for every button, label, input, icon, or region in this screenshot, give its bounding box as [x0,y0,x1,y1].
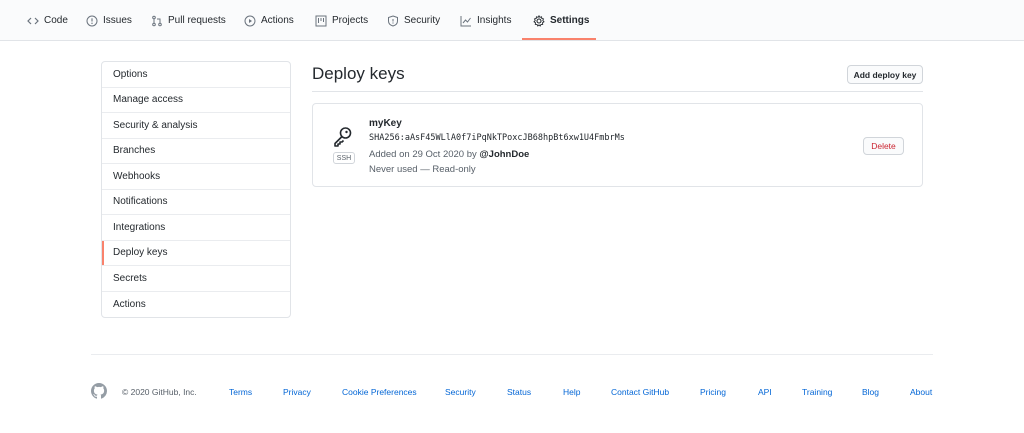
menu-item-notifications[interactable]: Notifications [102,190,290,215]
play-icon [244,15,256,27]
footer-link-terms[interactable]: Terms [229,387,252,397]
menu-item-security-analysis[interactable]: Security & analysis [102,113,290,139]
settings-menu: Options Manage access Security & analysi… [101,61,291,318]
footer-link-security[interactable]: Security [445,387,476,397]
tab-projects[interactable]: Projects [315,0,368,41]
ssh-badge: SSH [333,152,355,164]
issue-opened-icon [86,15,98,27]
repo-nav: Code Issues Pull requests Actions Projec… [0,0,1024,41]
key-added-prefix: Added on 29 Oct 2020 by [369,149,477,160]
tab-projects-label: Projects [332,15,369,26]
menu-item-options[interactable]: Options [102,62,290,88]
key-title: myKey [369,118,402,129]
menu-item-label: Security & analysis [113,119,198,131]
footer-link-help[interactable]: Help [563,387,580,397]
add-deploy-key-button[interactable]: Add deploy key [847,65,923,84]
menu-item-actions[interactable]: Actions [102,292,290,318]
code-icon [27,15,39,27]
gear-icon [533,14,545,27]
tab-code[interactable]: Code [27,0,68,41]
footer-link-contact-github[interactable]: Contact GitHub [611,387,669,397]
menu-item-label: Secrets [113,272,147,284]
tab-pull-requests[interactable]: Pull requests [151,0,226,41]
git-pull-request-icon [151,15,163,27]
footer-link-privacy[interactable]: Privacy [283,387,311,397]
menu-item-label: Actions [113,298,146,310]
tab-insights[interactable]: Insights [460,0,511,41]
menu-item-label: Notifications [113,196,168,208]
key-fingerprint: SHA256:aAsF45WLlA0f7iPqNkTPoxcJB68hpBt6x… [369,133,625,143]
project-icon [315,15,327,27]
selected-tab-underline [522,38,596,40]
tab-settings[interactable]: Settings [533,0,589,41]
tab-actions-label: Actions [261,15,294,26]
tab-settings-label: Settings [550,15,590,26]
footer-link-pricing[interactable]: Pricing [700,387,726,397]
footer-link-status[interactable]: Status [507,387,531,397]
tab-issues-label: Issues [103,15,132,26]
footer-link-api[interactable]: API [758,387,772,397]
menu-item-label: Integrations [113,221,166,233]
footer-link-about[interactable]: About [910,387,932,397]
menu-item-label: Webhooks [113,170,161,182]
tab-security[interactable]: Security [387,0,440,41]
menu-item-label: Manage access [113,94,184,106]
key-added-info: Added on 29 Oct 2020 by @JohnDoe [369,149,529,160]
footer-link-blog[interactable]: Blog [862,387,879,397]
shield-icon [387,14,399,27]
menu-item-label: Deploy keys [113,247,168,259]
tab-code-label: Code [44,15,68,26]
tab-insights-label: Insights [477,15,512,26]
menu-item-label: Options [113,68,148,80]
footer-link-training[interactable]: Training [802,387,832,397]
tab-pull-requests-label: Pull requests [168,15,226,26]
key-icon [333,126,353,148]
page-title: Deploy keys [312,64,405,83]
key-added-by-user[interactable]: @JohnDoe [479,149,529,160]
graph-icon [460,15,472,27]
tab-security-label: Security [404,15,441,26]
menu-item-manage-access[interactable]: Manage access [102,88,290,113]
deploy-key-item: SSH myKey SHA256:aAsF45WLlA0f7iPqNkTPoxc… [312,103,923,187]
footer-divider [91,354,933,355]
tab-issues[interactable]: Issues [86,0,132,41]
menu-item-secrets[interactable]: Secrets [102,266,290,292]
delete-key-button[interactable]: Delete [863,137,904,155]
header-divider [312,91,923,92]
footer-link-cookie-preferences[interactable]: Cookie Preferences [342,387,417,397]
menu-item-label: Branches [113,145,156,157]
key-usage-status: Never used — Read-only [369,164,476,175]
github-logo-icon[interactable] [91,383,107,399]
tab-actions[interactable]: Actions [244,0,294,41]
footer-copyright: © 2020 GitHub, Inc. [122,387,197,397]
menu-item-integrations[interactable]: Integrations [102,215,290,241]
menu-item-branches[interactable]: Branches [102,139,290,164]
menu-item-webhooks[interactable]: Webhooks [102,164,290,190]
menu-item-deploy-keys[interactable]: Deploy keys [102,240,290,266]
